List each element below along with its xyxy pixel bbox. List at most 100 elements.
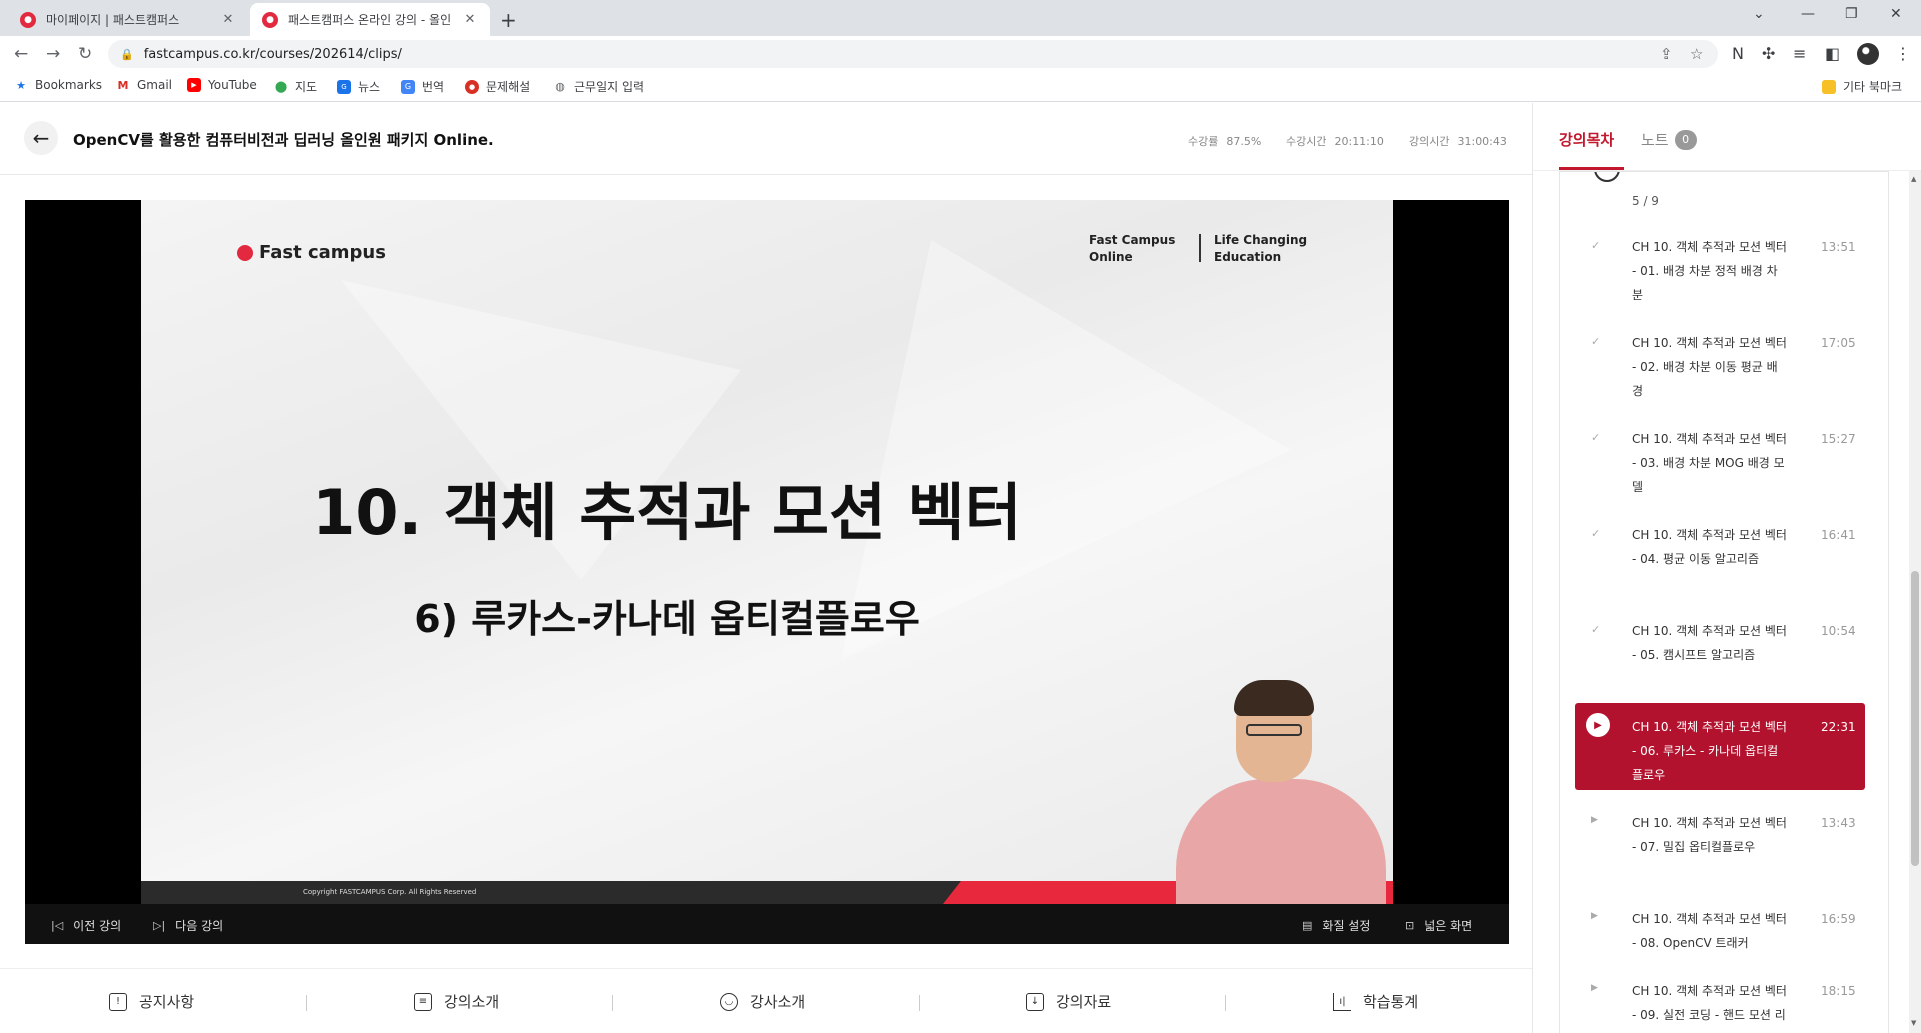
bookmark-item[interactable]: G 번역 — [401, 78, 444, 95]
tab-instructor-intro[interactable]: ◡ 강사소개 — [720, 991, 805, 1012]
bookmark-item[interactable]: ⬤ 지도 — [274, 78, 317, 95]
slide-title: 10. 객체 추적과 모션 벡터 — [312, 476, 1022, 549]
lecture-title: CH 10. 객체 추적과 모션 벡터 - 08. OpenCV 트래커 — [1632, 912, 1787, 950]
browser-tab-mypage[interactable]: ● 마이페이지 | 패스트캠퍼스 ✕ — [8, 3, 248, 36]
lecture-title: CH 10. 객체 추적과 모션 벡터 - 01. 배경 차분 정적 배경 차분 — [1632, 240, 1787, 302]
minimize-icon[interactable]: — — [1801, 6, 1815, 22]
slogan-right: Life Changing Education — [1214, 232, 1307, 266]
download-clipboard-icon: ↓ — [1026, 992, 1044, 1011]
bookmark-item[interactable]: ★ Bookmarks — [14, 78, 102, 92]
scroll-thumb[interactable] — [1911, 571, 1919, 866]
puzzle-extensions-icon[interactable]: ✣ — [1762, 44, 1775, 63]
extension-n-icon[interactable]: N — [1732, 44, 1744, 63]
bookmark-label: YouTube — [208, 78, 257, 92]
lecture-duration: 13:51 — [1821, 240, 1856, 254]
scroll-down-icon[interactable]: ▼ — [1911, 1019, 1916, 1027]
lecture-item[interactable]: ▶ CH 10. 객체 추적과 모션 벡터 - 07. 밀집 옵티컬플로우 13… — [1575, 799, 1865, 886]
browser-tab-lecture[interactable]: ● 패스트캠퍼스 온라인 강의 - 올인 ✕ — [250, 3, 490, 36]
next-lecture-button[interactable]: ▷| 다음 강의 — [153, 917, 223, 934]
check-icon: ✓ — [1591, 335, 1601, 348]
lecture-item[interactable]: ▶ CH 10. 객체 추적과 모션 벡터 - 09. 실전 코딩 - 핸드 모… — [1575, 967, 1865, 1033]
video-player[interactable]: Fast campus Fast Campus Online Life Chan… — [25, 200, 1509, 944]
kebab-menu-icon[interactable]: ⋮ — [1895, 44, 1911, 63]
tab-course-intro[interactable]: ≡ 강의소개 — [414, 991, 499, 1012]
bookmark-item[interactable]: G 뉴스 — [337, 78, 380, 95]
other-bookmarks[interactable]: 기타 북마크 — [1822, 78, 1902, 95]
forward-arrow-icon[interactable]: → — [46, 44, 60, 64]
translate-icon: G — [401, 79, 415, 94]
tab-notice[interactable]: ! 공지사항 — [109, 991, 194, 1012]
gmail-icon: M — [117, 78, 129, 92]
back-button[interactable]: ← — [24, 121, 58, 155]
check-icon: ✓ — [1591, 431, 1601, 444]
tab-label: 강사소개 — [750, 993, 806, 1011]
prev-lecture-button[interactable]: |◁ 이전 강의 — [51, 917, 121, 934]
lecture-duration: 15:27 — [1821, 432, 1856, 446]
side-panel-icon[interactable]: ◧ — [1825, 44, 1840, 63]
tab-label: 공지사항 — [139, 993, 195, 1011]
tab-label: 강의목차 — [1559, 131, 1615, 149]
sidebar-scrollbar[interactable]: ▲ ▼ — [1909, 171, 1921, 1033]
tab-search-icon[interactable]: ⌄ — [1753, 6, 1765, 22]
tab-label: 학습통계 — [1363, 993, 1419, 1011]
lecture-duration: 22:31 — [1821, 720, 1856, 734]
youtube-icon: ▶ — [187, 78, 201, 92]
address-bar[interactable]: 🔒 fastcampus.co.kr/courses/202614/clips/ — [108, 40, 1718, 68]
lecture-header: ← OpenCV를 활용한 컴퓨터비전과 딥러닝 올인원 패키지 Online.… — [0, 103, 1532, 175]
lecture-duration: 18:15 — [1821, 984, 1856, 998]
back-arrow-icon[interactable]: ← — [14, 44, 28, 64]
presenter-body — [1176, 779, 1386, 904]
maps-pin-icon: ⬤ — [274, 80, 288, 93]
sidebar-tabs: 강의목차 노트 0 — [1533, 103, 1921, 171]
tab-curriculum[interactable]: 강의목차 — [1559, 129, 1614, 150]
lecture-item[interactable]: ✓ CH 10. 객체 추적과 모션 벡터 - 02. 배경 차분 이동 평균 … — [1575, 319, 1865, 406]
share-icon[interactable]: ⇪ — [1660, 45, 1673, 63]
reload-icon[interactable]: ↻ — [78, 44, 92, 64]
bookmark-star-icon[interactable]: ☆ — [1690, 45, 1703, 63]
bookmark-item[interactable]: ▶ YouTube — [187, 78, 257, 92]
lecture-item[interactable]: ✓ CH 10. 객체 추적과 모션 벡터 - 04. 평균 이동 알고리즘 1… — [1575, 511, 1865, 598]
wide-screen-button[interactable]: ⊡ 넓은 화면 — [1405, 917, 1472, 934]
close-tab-icon[interactable]: ✕ — [220, 12, 236, 27]
lecture-title: CH 10. 객체 추적과 모션 벡터 - 04. 평균 이동 알고리즘 — [1632, 528, 1787, 566]
logo-mark-icon — [237, 244, 253, 261]
bookmark-item[interactable]: ● 문제해설 — [465, 78, 530, 95]
quality-settings-icon: ▤ — [1302, 919, 1313, 932]
quality-settings-button[interactable]: ▤ 화질 설정 — [1302, 917, 1370, 934]
lecture-duration: 16:41 — [1821, 528, 1856, 542]
tab-notes[interactable]: 노트 0 — [1641, 129, 1697, 150]
slide-subtitle: 6) 루카스-카나데 옵티컬플로우 — [414, 597, 920, 641]
url-text: fastcampus.co.kr/courses/202614/clips/ — [143, 46, 402, 62]
restore-icon[interactable]: ❐ — [1845, 6, 1858, 22]
bar-chart-icon: ı| — [1333, 992, 1351, 1011]
lecture-item[interactable]: ✓ CH 10. 객체 추적과 모션 벡터 - 01. 배경 차분 정적 배경 … — [1575, 223, 1865, 310]
lecture-item[interactable]: ✓ CH 10. 객체 추적과 모션 벡터 - 03. 배경 차분 MOG 배경… — [1575, 415, 1865, 502]
bookmark-item[interactable]: M Gmail — [116, 78, 173, 92]
close-window-icon[interactable]: ✕ — [1890, 6, 1902, 22]
tab-materials[interactable]: ↓ 강의자료 — [1026, 991, 1111, 1012]
lecture-duration: 17:05 — [1821, 336, 1856, 350]
profile-avatar[interactable] — [1857, 43, 1879, 65]
lecture-item[interactable]: ✓ CH 10. 객체 추적과 모션 벡터 - 05. 캠시프트 알고리즘 10… — [1575, 607, 1865, 694]
slogan-line: Fast Campus — [1089, 233, 1176, 247]
media-queue-icon[interactable]: ≡ — [1793, 44, 1806, 63]
tab-divider — [612, 995, 613, 1011]
slogan-line: Education — [1214, 250, 1282, 264]
scroll-up-icon[interactable]: ▲ — [1911, 175, 1916, 183]
lecture-title: CH 10. 객체 추적과 모션 벡터 - 02. 배경 차분 이동 평균 배경 — [1632, 336, 1787, 398]
close-tab-icon[interactable]: ✕ — [462, 12, 478, 27]
lecture-title: CH 10. 객체 추적과 모션 벡터 - 09. 실전 코딩 - 핸드 모션 … — [1632, 984, 1787, 1033]
tab-statistics[interactable]: ı| 학습통계 — [1333, 991, 1418, 1012]
news-icon: G — [337, 79, 351, 94]
slogan-line: Online — [1089, 250, 1133, 264]
new-tab-icon[interactable]: + — [500, 8, 517, 32]
bookmark-label: Gmail — [137, 78, 173, 92]
lecture-title: CH 10. 객체 추적과 모션 벡터 - 07. 밀집 옵티컬플로우 — [1632, 816, 1787, 854]
bookmark-item[interactable]: ◍ 근무일지 입력 — [553, 78, 644, 95]
lecture-item-current[interactable]: ▶ CH 10. 객체 추적과 모션 벡터 - 06. 루카스 - 카나데 옵티… — [1575, 703, 1865, 790]
video-frame: Fast campus Fast Campus Online Life Chan… — [141, 200, 1393, 904]
tab-divider — [306, 995, 307, 1011]
lecture-duration: 16:59 — [1821, 912, 1856, 926]
bookmark-label: 지도 — [295, 80, 318, 94]
person-icon: ◡ — [720, 992, 738, 1011]
